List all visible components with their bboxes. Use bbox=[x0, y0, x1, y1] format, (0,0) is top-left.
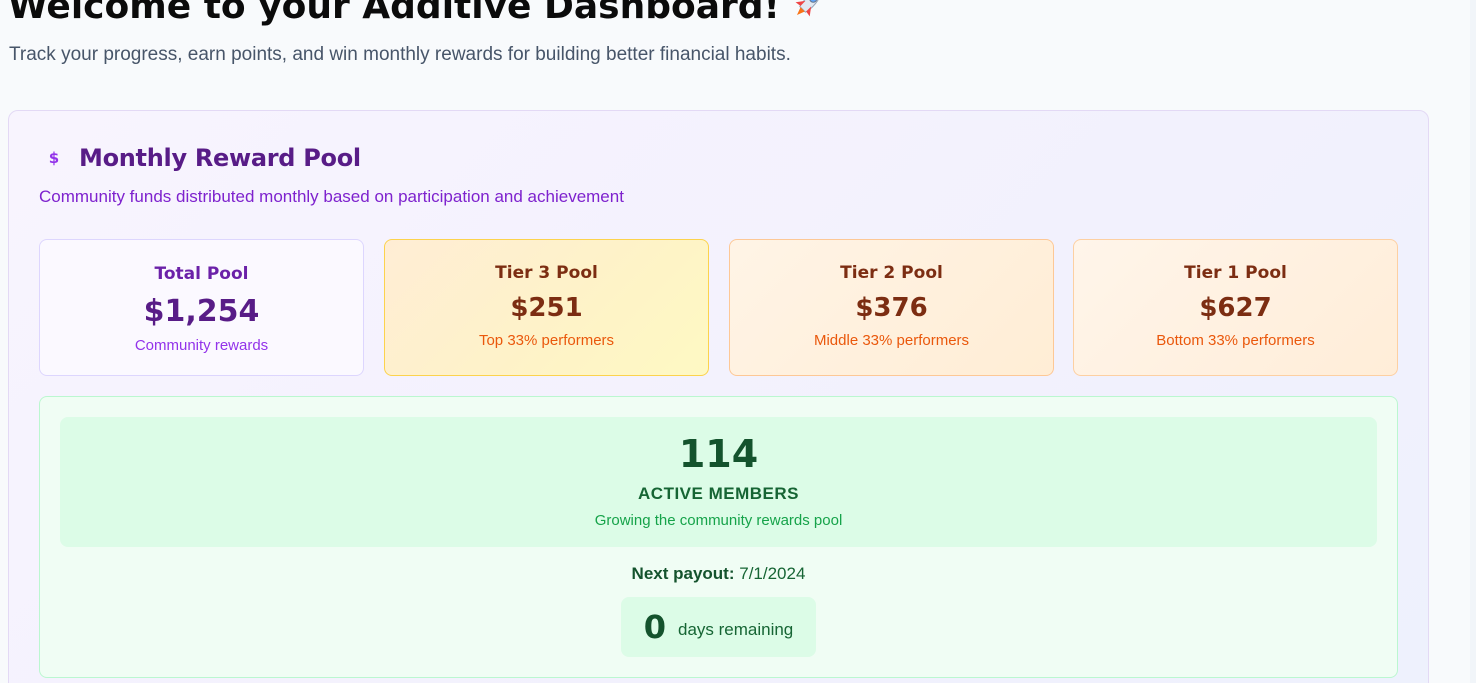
tier-sub: Community rewards bbox=[134, 337, 269, 354]
tier-2-pool-card: Tier 2 Pool $376 Middle 33% performers bbox=[729, 239, 1054, 376]
tier-value: $251 bbox=[510, 293, 583, 323]
tier-3-pool-card: Tier 3 Pool $251 Top 33% performers bbox=[384, 239, 709, 376]
rocket-icon bbox=[790, 0, 828, 33]
next-payout: Next payout: 7/1/2024 bbox=[60, 563, 1377, 585]
next-payout-label: Next payout: bbox=[631, 564, 735, 583]
tier-label: Tier 3 Pool bbox=[495, 263, 598, 283]
tier-label: Tier 2 Pool bbox=[840, 263, 943, 283]
page-title-text: Welcome to your Additive Dashboard! bbox=[8, 0, 780, 27]
days-remaining-badge: 0 days remaining bbox=[621, 597, 816, 657]
total-pool-card: Total Pool $1,254 Community rewards bbox=[39, 239, 364, 376]
tier-value: $627 bbox=[1199, 293, 1272, 323]
tier-sub: Top 33% performers bbox=[478, 332, 615, 349]
active-members-sub: Growing the community rewards pool bbox=[594, 512, 843, 529]
active-members-panel: 114 ACTIVE MEMBERS Growing the community… bbox=[60, 417, 1377, 547]
dollar-icon: $ bbox=[48, 149, 60, 167]
tier-sub: Middle 33% performers bbox=[813, 332, 970, 349]
reward-pool-header: $ Monthly Reward Pool bbox=[39, 143, 361, 173]
tier-label: Tier 1 Pool bbox=[1184, 263, 1287, 283]
next-payout-date: 7/1/2024 bbox=[739, 564, 806, 583]
active-members-count: 114 bbox=[678, 432, 759, 476]
days-remaining-label: days remaining bbox=[677, 620, 794, 639]
page-subtitle: Track your progress, earn points, and wi… bbox=[9, 44, 791, 65]
tier-value: $1,254 bbox=[143, 294, 260, 329]
days-remaining-count: 0 bbox=[643, 608, 666, 646]
tier-sub: Bottom 33% performers bbox=[1156, 332, 1315, 349]
reward-pool-description: Community funds distributed monthly base… bbox=[39, 187, 624, 206]
page-title: Welcome to your Additive Dashboard! bbox=[8, 0, 828, 33]
active-members-label: ACTIVE MEMBERS bbox=[638, 484, 799, 503]
tier-1-pool-card: Tier 1 Pool $627 Bottom 33% performers bbox=[1073, 239, 1398, 376]
tier-label: Total Pool bbox=[154, 264, 249, 284]
tier-value: $376 bbox=[855, 293, 928, 323]
reward-pool-title: Monthly Reward Pool bbox=[79, 144, 361, 172]
scrollbar[interactable] bbox=[1470, 0, 1476, 683]
